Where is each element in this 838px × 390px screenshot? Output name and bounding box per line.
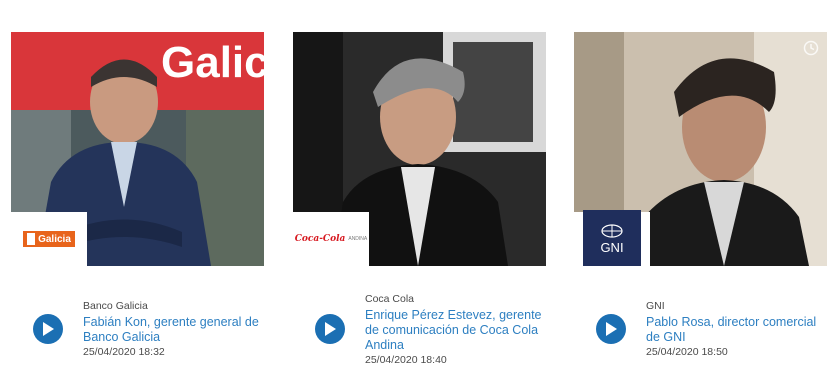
company-logo: Galicia [11,212,87,266]
video-card-gni[interactable]: GNI GNI Pablo Rosa, director comercial d… [574,0,827,390]
play-button[interactable] [33,314,63,344]
video-title-link[interactable]: Enrique Pérez Estevez, gerente de comuni… [365,308,550,353]
video-card-coca-cola[interactable]: Coca-Cola ANDINA Coca Cola Enrique Pérez… [293,0,546,390]
timestamp: 25/04/2020 18:32 [83,346,165,358]
logo-subtext: ANDINA [348,236,368,242]
company-name: GNI [646,300,665,312]
video-meta: Banco Galicia Fabián Kon, gerente genera… [83,300,268,359]
video-meta: GNI Pablo Rosa, director comercial de GN… [646,300,831,359]
video-thumbnail[interactable]: Galic Galicia [11,32,264,266]
video-meta: Coca Cola Enrique Pérez Estevez, gerente… [365,293,550,367]
video-thumbnail[interactable]: GNI [574,32,827,266]
timestamp: 25/04/2020 18:40 [365,354,447,366]
logo-text: Galicia [38,233,71,245]
gni-globe-icon [601,223,623,238]
video-title-link[interactable]: Pablo Rosa, director comercial de GNI [646,315,831,345]
play-icon [43,322,54,336]
video-title-link[interactable]: Fabián Kon, gerente general de Banco Gal… [83,315,268,345]
galicia-logo-icon [27,233,36,245]
video-thumbnail[interactable]: Coca-Cola ANDINA [293,32,546,266]
play-icon [325,322,336,336]
company-logo: GNI [574,210,650,266]
logo-text: Coca-Cola [294,234,346,244]
logo-text: GNI [600,239,624,255]
company-name: Banco Galicia [83,300,148,312]
company-logo: Coca-Cola ANDINA [293,212,369,266]
clock-icon [803,40,819,56]
timestamp: 25/04/2020 18:50 [646,346,728,358]
video-card-banco-galicia[interactable]: Galic Galicia Banco Galicia Fabián Kon, … [11,0,264,390]
company-name: Coca Cola [365,293,415,305]
play-icon [606,322,617,336]
play-button[interactable] [596,314,626,344]
company-sign-text: Galic [161,38,264,87]
play-button[interactable] [315,314,345,344]
